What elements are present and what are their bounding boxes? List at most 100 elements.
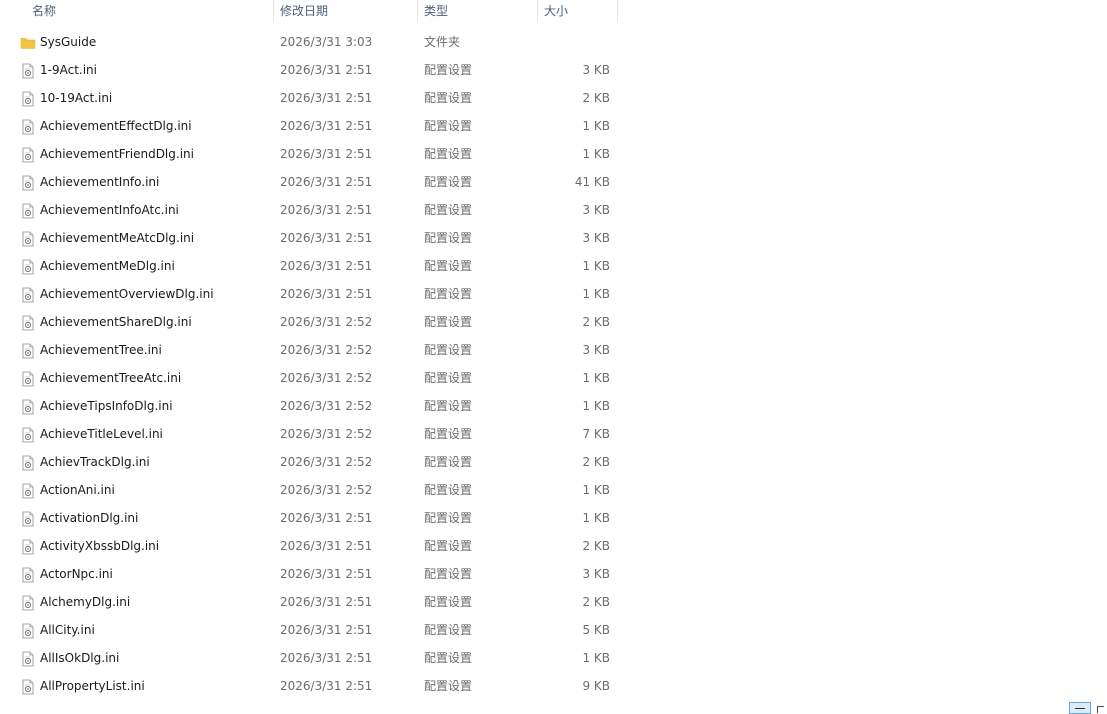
file-type: 配置设置 [424, 539, 473, 553]
file-row[interactable]: AchievementInfoAtc.ini 2026/3/31 2:51 配置设置… [0, 196, 640, 224]
file-type: 配置设置 [424, 483, 473, 497]
file-size: 2 KB [582, 595, 610, 609]
file-row[interactable]: AchievTrackDlg.ini 2026/3/31 2:52 配置设置 2 KB [0, 448, 640, 476]
file-date: 2026/3/31 2:51 [280, 539, 373, 553]
ini-file-icon [20, 511, 36, 527]
column-header: 名称 修改日期 类型 大小 [0, 0, 618, 23]
file-type: 配置设置 [424, 567, 473, 581]
file-date: 2026/3/31 2:52 [280, 399, 373, 413]
file-row[interactable]: AlchemyDlg.ini 2026/3/31 2:51 配置设置 2 KB [0, 588, 640, 616]
file-date: 2026/3/31 2:51 [280, 259, 373, 273]
file-row[interactable]: ActionAni.ini 2026/3/31 2:52 配置设置 1 KB [0, 476, 640, 504]
file-type: 配置设置 [424, 679, 473, 693]
file-row[interactable]: ActivityXbssbDlg.ini 2026/3/31 2:51 配置设置 2 … [0, 532, 640, 560]
file-date: 2026/3/31 2:51 [280, 119, 373, 133]
file-name: AchievementMeAtcDlg.ini [40, 231, 195, 245]
file-row[interactable]: AchieveTipsInfoDlg.ini 2026/3/31 2:52 配置设置… [0, 392, 640, 420]
file-row[interactable]: AllPropertyList.ini 2026/3/31 2:51 配置设置 9 K… [0, 672, 640, 700]
ini-file-icon [20, 651, 36, 667]
file-row[interactable]: AllCity.ini 2026/3/31 2:51 配置设置 5 KB [0, 616, 640, 644]
file-size: 1 KB [582, 483, 610, 497]
file-date: 2026/3/31 2:51 [280, 175, 373, 189]
file-row[interactable]: AchieveTitleLevel.ini 2026/3/31 2:52 配置设置 7… [0, 420, 640, 448]
file-row[interactable]: AchievementTree.ini 2026/3/31 2:52 配置设置 3 K… [0, 336, 640, 364]
ini-file-icon [20, 455, 36, 471]
file-row[interactable]: 10-19Act.ini 2026/3/31 2:51 配置设置 2 KB [0, 84, 640, 112]
file-row[interactable]: AchievementOverviewDlg.ini 2026/3/31 2:51… [0, 280, 640, 308]
file-row[interactable]: ActivationDlg.ini 2026/3/31 2:51 配置设置 1 KB [0, 504, 640, 532]
ini-file-icon [20, 483, 36, 499]
file-name: AllCity.ini [40, 623, 95, 637]
file-name: ActivationDlg.ini [40, 511, 139, 525]
file-type: 配置设置 [424, 343, 473, 357]
file-name: AchievementShareDlg.ini [40, 315, 192, 329]
file-name: AllIsOkDlg.ini [40, 651, 120, 665]
file-type: 配置设置 [424, 63, 473, 77]
file-size: 9 KB [582, 679, 610, 693]
file-size: 7 KB [582, 427, 610, 441]
file-type: 配置设置 [424, 259, 473, 273]
column-header-name[interactable]: 名称 [26, 0, 273, 23]
file-row[interactable]: SysGuide 2026/3/31 3:03 文件夹 [0, 28, 640, 56]
ini-file-icon [20, 91, 36, 107]
column-header-type[interactable]: 类型 [417, 0, 537, 23]
file-date: 2026/3/31 2:52 [280, 343, 373, 357]
details-view-button[interactable] [1069, 702, 1091, 714]
file-size: 3 KB [582, 203, 610, 217]
file-date: 2026/3/31 2:52 [280, 371, 373, 385]
file-date: 2026/3/31 2:52 [280, 315, 373, 329]
file-type: 配置设置 [424, 315, 473, 329]
ini-file-icon [20, 203, 36, 219]
file-type: 配置设置 [424, 287, 473, 301]
column-header-size[interactable]: 大小 [537, 0, 618, 23]
file-type: 配置设置 [424, 651, 473, 665]
file-row[interactable]: AchievementInfo.ini 2026/3/31 2:51 配置设置 41 … [0, 168, 640, 196]
file-size: 41 KB [574, 175, 610, 189]
file-name: AchievementMeDlg.ini [40, 259, 175, 273]
file-name: 1-9Act.ini [40, 63, 97, 77]
file-type: 配置设置 [424, 455, 473, 469]
file-row[interactable]: AchievementShareDlg.ini 2026/3/31 2:52 配置设… [0, 308, 640, 336]
ini-file-icon [20, 315, 36, 331]
file-size: 1 KB [582, 371, 610, 385]
file-type: 配置设置 [424, 147, 473, 161]
large-icons-view-button[interactable] [1095, 702, 1107, 714]
file-row[interactable]: AchievementMeAtcDlg.ini 2026/3/31 2:51 配置设… [0, 224, 640, 252]
ini-file-icon [20, 119, 36, 135]
file-row[interactable]: AllIsOkDlg.ini 2026/3/31 2:51 配置设置 1 KB [0, 644, 640, 672]
file-name: AllPropertyList.ini [40, 679, 145, 693]
file-row[interactable]: AchievementFriendDlg.ini 2026/3/31 2:51 配置… [0, 140, 640, 168]
file-list: SysGuide 2026/3/31 3:03 文件夹 1-9Act.ini 2026/… [0, 28, 640, 700]
file-size: 3 KB [582, 231, 610, 245]
file-name: AchieveTitleLevel.ini [40, 427, 163, 441]
file-type: 文件夹 [424, 35, 461, 49]
file-name: AchievementOverviewDlg.ini [40, 287, 214, 301]
ini-file-icon [20, 147, 36, 163]
file-type: 配置设置 [424, 119, 473, 133]
file-size: 2 KB [582, 455, 610, 469]
file-name: ActivityXbssbDlg.ini [40, 539, 160, 553]
file-date: 2026/3/31 2:51 [280, 231, 373, 245]
column-header-date[interactable]: 修改日期 [273, 0, 417, 23]
view-switcher [1067, 700, 1107, 714]
file-date: 2026/3/31 2:51 [280, 623, 373, 637]
file-size: 2 KB [582, 315, 610, 329]
file-row[interactable]: AchievementTreeAtc.ini 2026/3/31 2:52 配置设置… [0, 364, 640, 392]
ini-file-icon [20, 679, 36, 695]
file-date: 2026/3/31 2:51 [280, 651, 373, 665]
file-size: 2 KB [582, 91, 610, 105]
file-row[interactable]: ActorNpc.ini 2026/3/31 2:51 配置设置 3 KB [0, 560, 640, 588]
file-size: 1 KB [582, 651, 610, 665]
ini-file-icon [20, 343, 36, 359]
file-row[interactable]: AchievementEffectDlg.ini 2026/3/31 2:51 配置… [0, 112, 640, 140]
file-row[interactable]: AchievementMeDlg.ini 2026/3/31 2:51 配置设置 1 … [0, 252, 640, 280]
file-size: 3 KB [582, 63, 610, 77]
file-date: 2026/3/31 2:51 [280, 567, 373, 581]
file-name: AchievementTreeAtc.ini [40, 371, 182, 385]
file-size: 1 KB [582, 147, 610, 161]
file-date: 2026/3/31 2:51 [280, 511, 373, 525]
file-name: AchievementTree.ini [40, 343, 162, 357]
file-row[interactable]: 1-9Act.ini 2026/3/31 2:51 配置设置 3 KB [0, 56, 640, 84]
file-size: 2 KB [582, 539, 610, 553]
file-date: 2026/3/31 2:51 [280, 595, 373, 609]
